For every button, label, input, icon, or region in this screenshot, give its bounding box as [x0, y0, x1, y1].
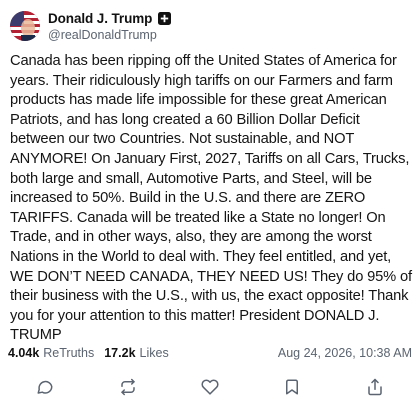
- likes-label[interactable]: Likes: [140, 346, 169, 360]
- verified-plus-icon: [158, 11, 172, 25]
- author-block: Donald J. Trump @realDonaldTrump: [48, 11, 172, 42]
- retruth-button[interactable]: [113, 372, 143, 402]
- post-header: Donald J. Trump @realDonaldTrump: [8, 8, 412, 44]
- action-bar: [0, 372, 420, 402]
- retruth-icon: [120, 378, 135, 396]
- avatar[interactable]: [10, 11, 40, 41]
- post-body-text: Canada has been ripping off the United S…: [10, 53, 412, 344]
- share-icon: [368, 378, 382, 396]
- share-button[interactable]: [360, 372, 390, 402]
- reply-button[interactable]: [30, 372, 60, 402]
- author-display-name[interactable]: Donald J. Trump: [48, 11, 152, 26]
- post-timestamp: Aug 24, 2026, 10:38 AM: [277, 346, 412, 360]
- heart-icon: [201, 379, 219, 395]
- post-stats: 4.04k ReTruths 17.2k Likes Aug 24, 2026,…: [8, 343, 412, 363]
- retruths-label[interactable]: ReTruths: [43, 346, 94, 360]
- like-button[interactable]: [195, 372, 225, 402]
- author-handle[interactable]: @realDonaldTrump: [48, 28, 171, 42]
- retruths-count[interactable]: 4.04k: [8, 346, 39, 360]
- likes-count[interactable]: 17.2k: [104, 346, 135, 360]
- reply-icon: [37, 380, 53, 394]
- bookmark-button[interactable]: [277, 372, 307, 402]
- flag-avatar-icon: [10, 11, 40, 41]
- bookmark-icon: [286, 379, 299, 395]
